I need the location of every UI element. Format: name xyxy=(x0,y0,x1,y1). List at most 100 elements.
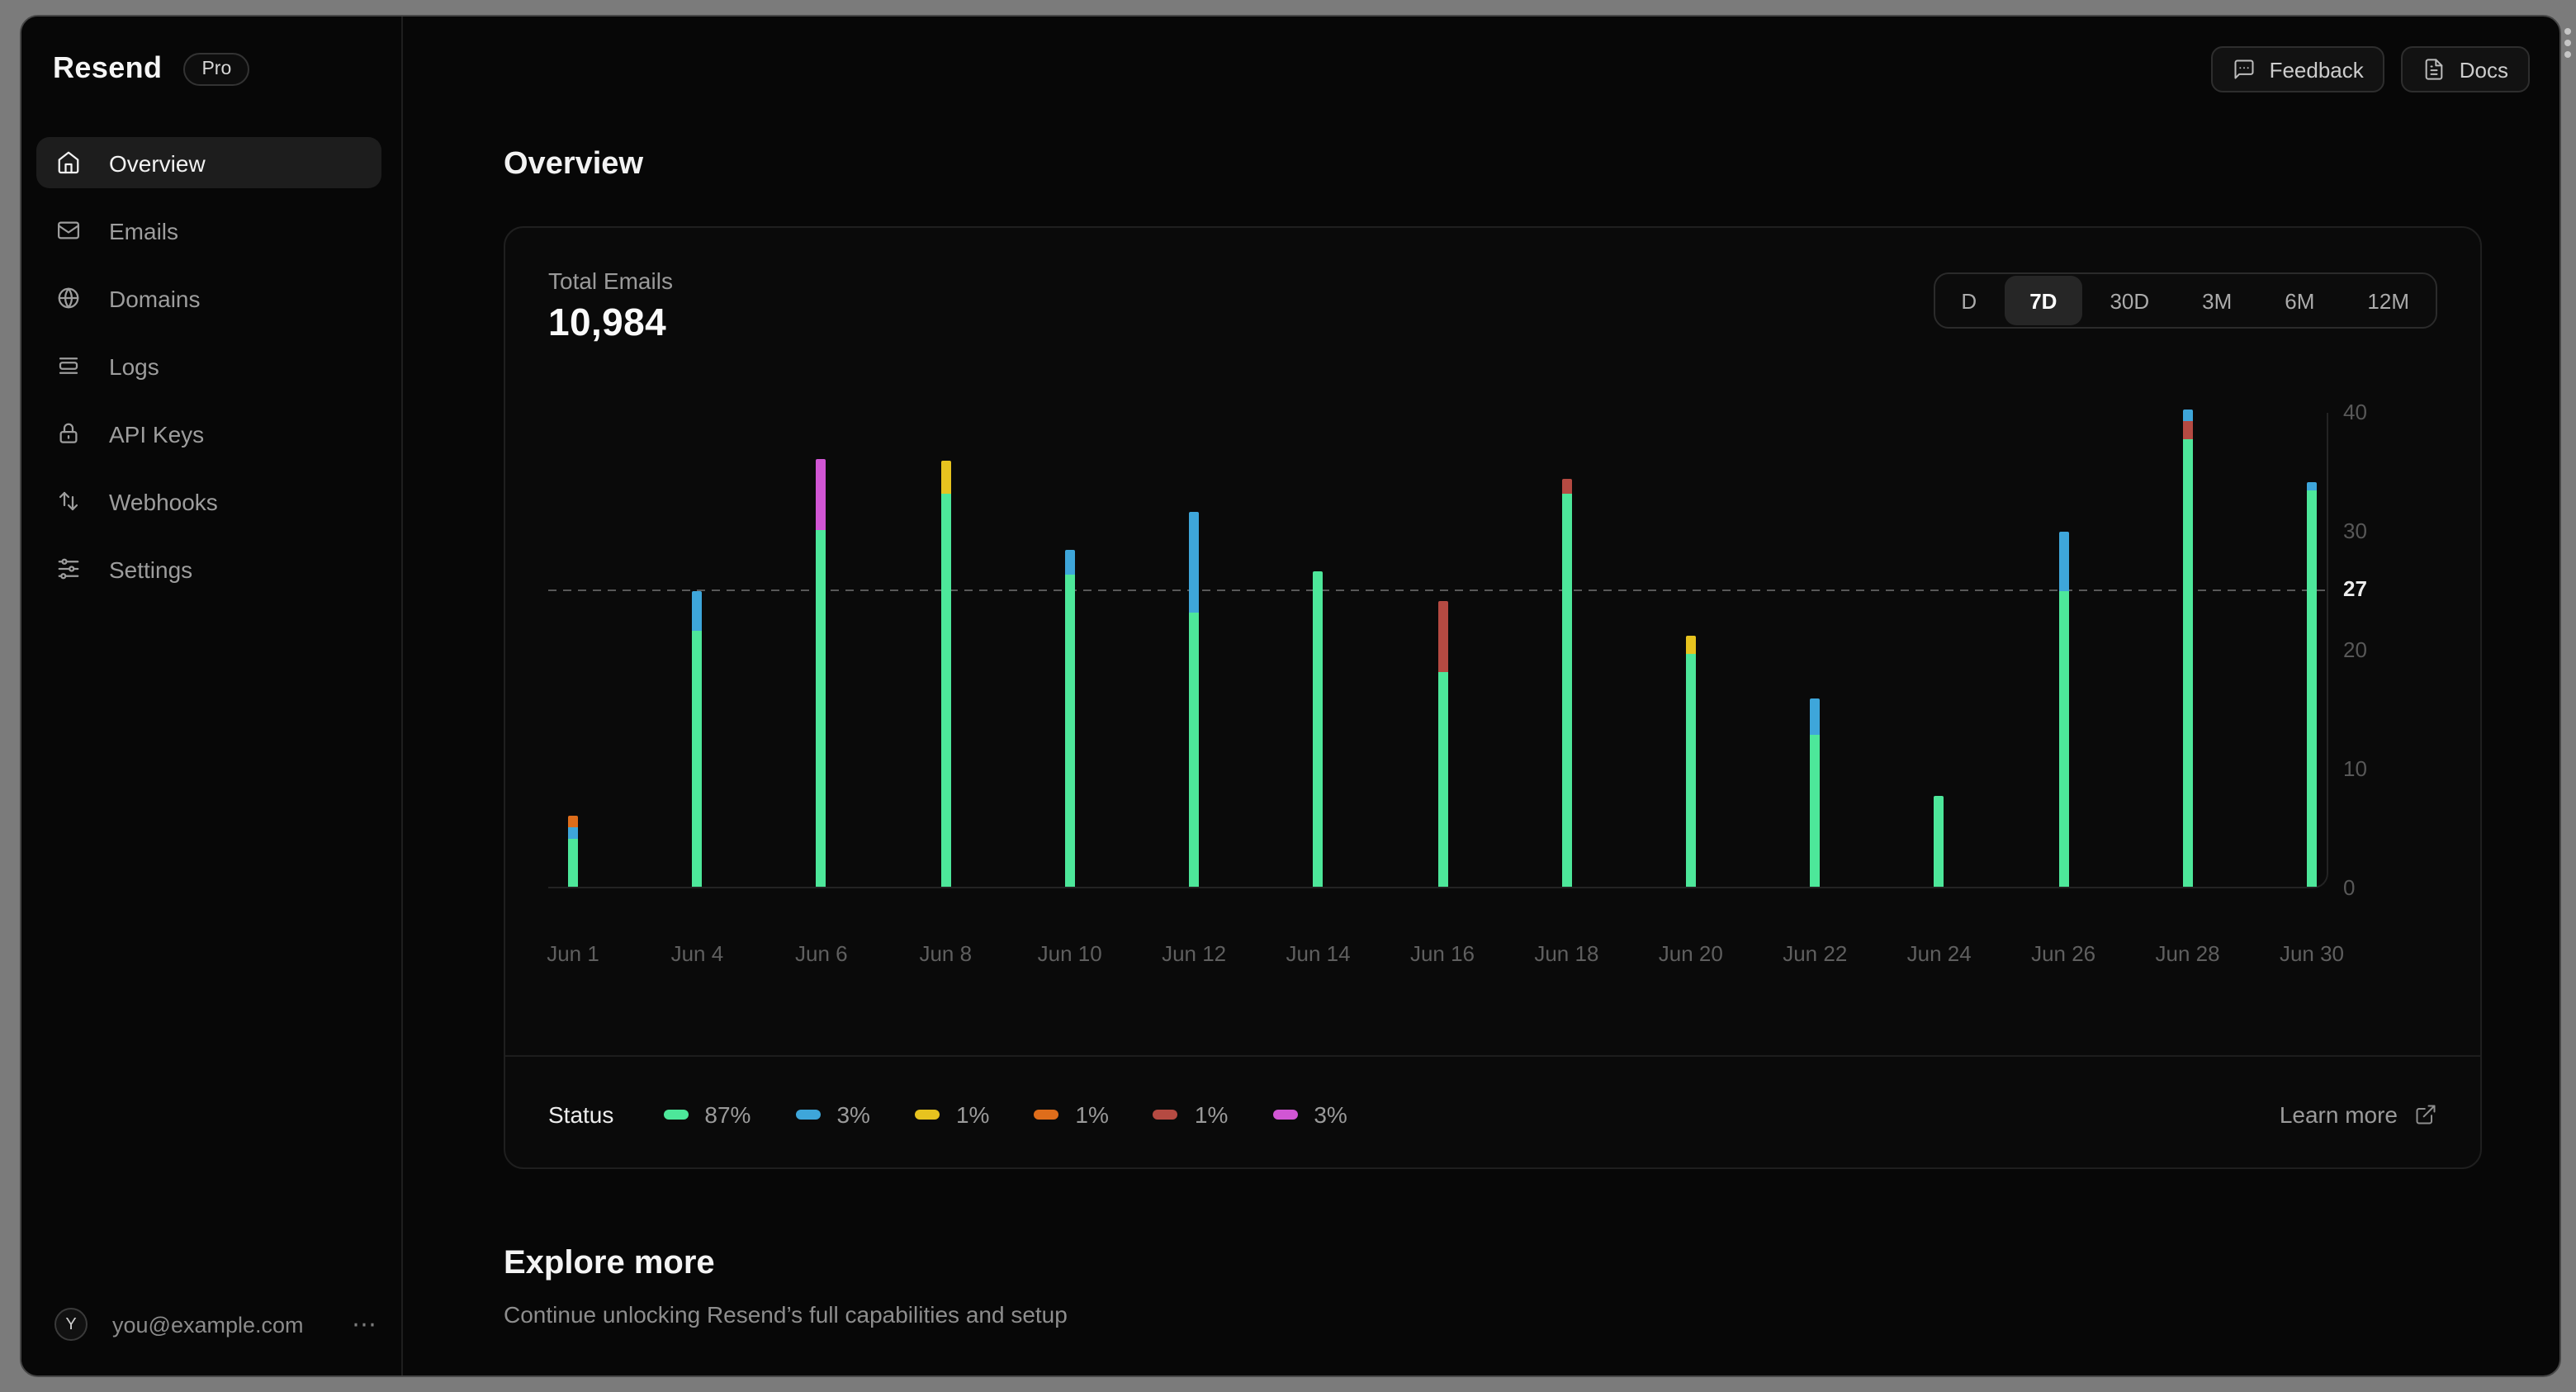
external-link-icon xyxy=(2416,1104,2436,1124)
bar-segment-blue xyxy=(1810,698,1821,735)
bar-jun-14[interactable] xyxy=(1313,571,1324,887)
legend-item-yellow: 1% xyxy=(914,1101,989,1127)
sidebar-item-domains[interactable]: Domains xyxy=(36,272,381,324)
range-option-d[interactable]: D xyxy=(1934,274,2003,327)
sidebar-item-emails[interactable]: Emails xyxy=(36,205,381,256)
document-icon xyxy=(2426,59,2444,80)
y-axis-tick: 30 xyxy=(2343,518,2367,543)
x-axis-label: Jun 12 xyxy=(1162,941,1227,966)
metric-value: 10,984 xyxy=(548,301,667,343)
legend-item-green: 87% xyxy=(663,1101,751,1127)
reference-line-label: 27 xyxy=(2343,576,2367,601)
bar-jun-26[interactable] xyxy=(2058,531,2069,887)
logo-row: Resend Pro xyxy=(53,51,250,86)
legend-percent: 87% xyxy=(704,1101,751,1127)
bar-segment-green xyxy=(2182,439,2193,887)
bar-jun-18[interactable] xyxy=(1561,479,1572,887)
bar-jun-30[interactable] xyxy=(2307,481,2317,887)
bar-segment-blue xyxy=(2182,410,2193,422)
sidebar-item-label: Overview xyxy=(109,149,206,176)
range-option-30d[interactable]: 30D xyxy=(2083,274,2176,327)
x-axis-label: Jun 26 xyxy=(2031,941,2096,966)
logs-icon xyxy=(59,357,78,374)
sliders-icon xyxy=(58,558,79,580)
sidebar-item-api-keys[interactable]: API Keys xyxy=(36,408,381,459)
status-row: Status 87% 3% 1% 1% 1% 3% Learn more xyxy=(505,1055,2480,1171)
bar-segment-blue xyxy=(1064,550,1075,575)
bar-jun-8[interactable] xyxy=(940,461,951,887)
explore-more-subtitle: Continue unlocking Resend’s full capabil… xyxy=(504,1301,1068,1328)
legend-percent: 3% xyxy=(1314,1101,1347,1127)
pro-badge: Pro xyxy=(183,52,250,85)
bar-segment-yellow xyxy=(1685,636,1696,654)
legend-swatch-magenta xyxy=(1272,1109,1298,1119)
range-option-6m[interactable]: 6M xyxy=(2258,274,2341,327)
legend-percent: 1% xyxy=(1075,1101,1109,1127)
resend-logo: Resend xyxy=(53,51,163,84)
bar-jun-1[interactable] xyxy=(568,815,578,887)
x-axis-label: Jun 1 xyxy=(547,941,599,966)
bar-jun-20[interactable] xyxy=(1685,636,1696,887)
legend-percent: 1% xyxy=(1194,1101,1229,1127)
sidebar-item-webhooks[interactable]: Webhooks xyxy=(36,476,381,527)
learn-more-link[interactable]: Learn more xyxy=(2280,1101,2437,1127)
status-legend: Status 87% 3% 1% 1% 1% 3% xyxy=(548,1101,1347,1127)
bar-jun-28[interactable] xyxy=(2182,410,2193,887)
sidebar: Resend Pro Overview Emails Domains Logs API … xyxy=(21,17,403,1375)
range-option-7d[interactable]: 7D xyxy=(2005,276,2082,325)
bar-segment-orange xyxy=(568,815,578,828)
sidebar-item-overview[interactable]: Overview xyxy=(36,137,381,188)
user-email: you@example.com xyxy=(112,1312,304,1337)
bar-segment-green xyxy=(692,631,703,887)
legend-item-magenta: 3% xyxy=(1272,1101,1347,1127)
avatar[interactable]: Y xyxy=(54,1308,88,1341)
bar-segment-red xyxy=(2182,421,2193,440)
legend-swatch-orange xyxy=(1034,1109,1059,1119)
bar-segment-magenta xyxy=(816,458,826,530)
bar-jun-12[interactable] xyxy=(1189,512,1200,887)
range-option-12m[interactable]: 12M xyxy=(2341,274,2436,327)
bar-segment-green xyxy=(1313,571,1324,887)
metric-label: Total Emails xyxy=(548,268,673,294)
bar-jun-24[interactable] xyxy=(1934,796,1944,887)
bar-jun-16[interactable] xyxy=(1437,601,1447,887)
sidebar-item-label: Domains xyxy=(109,285,201,311)
sidebar-footer: Y you@example.com ⋯ xyxy=(54,1308,378,1341)
docs-button[interactable]: Docs xyxy=(2401,46,2530,92)
y-axis-tick: 10 xyxy=(2343,756,2367,781)
user-menu-ellipsis-icon[interactable]: ⋯ xyxy=(352,1309,378,1339)
x-axis-label: Jun 10 xyxy=(1037,941,1102,966)
sidebar-item-label: API Keys xyxy=(109,420,205,447)
legend-swatch-yellow xyxy=(914,1109,940,1119)
scrollbar[interactable] xyxy=(2564,28,2571,58)
arrows-up-down-icon xyxy=(59,491,78,511)
sidebar-item-logs[interactable]: Logs xyxy=(36,340,381,391)
sidebar-item-label: Settings xyxy=(109,556,193,582)
sidebar-item-label: Emails xyxy=(109,217,179,244)
learn-more-label: Learn more xyxy=(2279,1101,2398,1127)
bar-segment-green xyxy=(2058,591,2069,887)
bar-segment-green xyxy=(1064,574,1075,887)
sidebar-item-settings[interactable]: Settings xyxy=(36,543,381,594)
bar-segment-green xyxy=(1189,613,1200,887)
x-axis-label: Jun 30 xyxy=(2279,941,2345,966)
topbar: Feedback Docs xyxy=(2211,46,2530,92)
legend-item-red: 1% xyxy=(1153,1101,1228,1127)
bar-segment-red xyxy=(1437,601,1447,673)
bar-jun-10[interactable] xyxy=(1064,550,1075,887)
bar-jun-4[interactable] xyxy=(692,591,703,887)
feedback-button-label: Feedback xyxy=(2269,57,2364,82)
range-option-3m[interactable]: 3M xyxy=(2176,274,2258,327)
home-icon xyxy=(58,151,79,174)
bar-jun-6[interactable] xyxy=(816,458,826,887)
bar-segment-green xyxy=(1561,494,1572,887)
x-axis-label: Jun 8 xyxy=(919,941,973,966)
feedback-button[interactable]: Feedback xyxy=(2211,46,2385,92)
x-axis-label: Jun 16 xyxy=(1409,941,1475,966)
bar-jun-22[interactable] xyxy=(1810,698,1821,887)
bar-segment-blue xyxy=(2307,481,2317,491)
x-axis-label: Jun 4 xyxy=(670,941,724,966)
legend-item-orange: 1% xyxy=(1034,1101,1109,1127)
globe-icon xyxy=(58,287,79,309)
sidebar-nav: Overview Emails Domains Logs API Keys Webhook… xyxy=(36,137,381,611)
